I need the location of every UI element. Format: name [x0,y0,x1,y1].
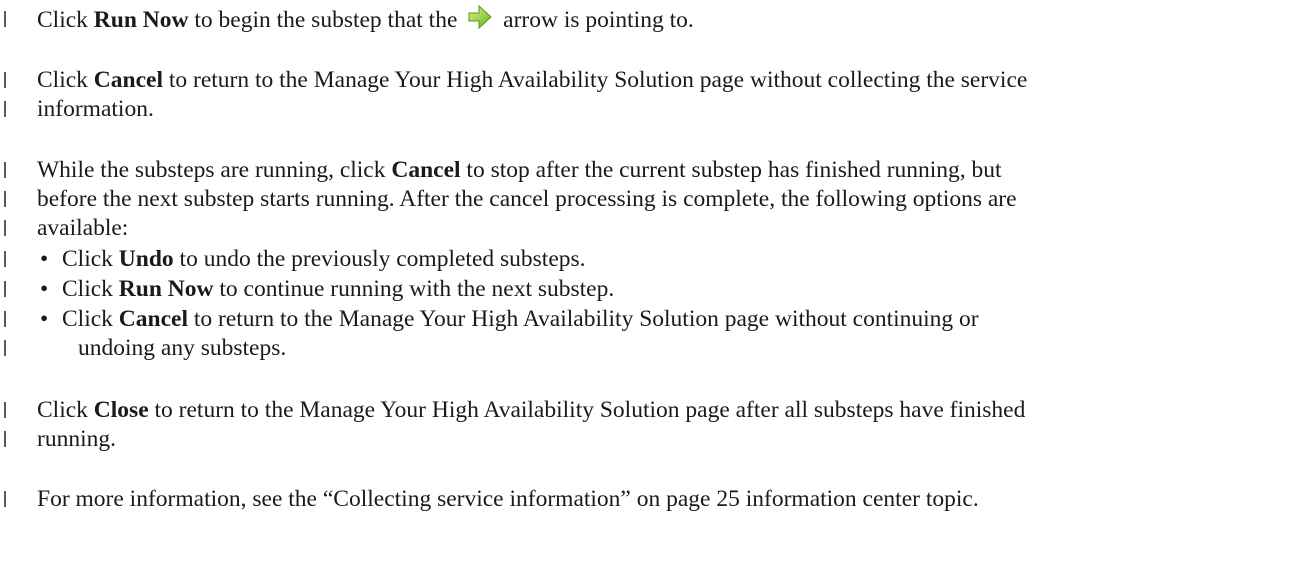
change-bar [4,402,6,418]
para3-line3: available: [37,215,129,241]
para2-line2: information. [37,96,154,122]
bullet-rest: to undo the previously completed substep… [173,246,586,272]
para2-bold: Cancel [93,67,163,93]
change-bar [4,220,6,236]
change-bar [4,72,6,88]
bullet-line2: undoing any substeps. [78,335,287,361]
change-bar [4,101,6,117]
bullet-rest: to return to the Manage Your High Availa… [187,306,979,332]
para4-pre: Click [37,397,94,423]
change-bar [4,491,6,507]
bullet-pre: Click [62,276,119,302]
change-bar [4,251,6,267]
change-bar [4,162,6,178]
bullet-marker: • [40,306,49,332]
change-bar [4,431,6,447]
change-bar [4,340,6,356]
green-right-arrow-icon [468,4,493,30]
collecting-service-info-link[interactable]: “Collecting service information” on page… [323,486,740,512]
bullet-rest: to continue running with the next subste… [213,276,615,302]
para5-pre: For more information, see the [37,486,323,512]
para1-mid: to begin the substep that the [188,7,464,33]
change-bar [4,311,6,327]
para4-bold: Close [93,397,149,423]
para5-post: information center topic. [739,486,979,512]
para1-pre: Click [37,7,94,33]
bullet-bold: Undo [118,246,174,272]
change-bar [4,11,6,27]
para2-pre: Click [37,67,94,93]
para2-rest: to return to the Manage Your High Availa… [162,67,1028,93]
para3-bold: Cancel [391,157,461,183]
para4-line2: running. [37,426,116,452]
change-bar [4,191,6,207]
para3-line2: before the next substep starts running. … [37,186,1017,212]
para4-rest: to return to the Manage Your High Availa… [148,397,1026,423]
change-bar [4,281,6,297]
bullet-marker: • [40,246,49,272]
bullet-bold: Run Now [118,276,214,302]
para1-post: arrow is pointing to. [497,7,694,33]
bullet-pre: Click [62,306,119,332]
bullet-bold: Cancel [118,306,188,332]
bullet-marker: • [40,276,49,302]
para3-pre: While the substeps are running, click [37,157,392,183]
para3-rest: to stop after the current substep has fi… [460,157,1002,183]
bullet-pre: Click [62,246,119,272]
para1-bold: Run Now [93,7,189,33]
